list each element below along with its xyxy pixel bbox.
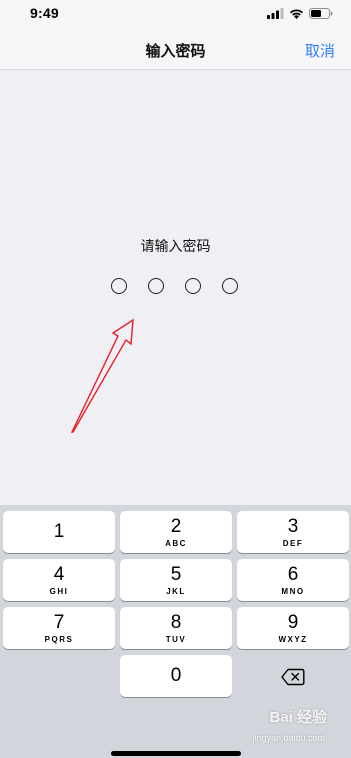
key-8[interactable]: 8 TUV bbox=[120, 607, 232, 649]
nav-bar: 输入密码 取消 bbox=[0, 28, 351, 70]
key-letters: GHI bbox=[49, 587, 69, 596]
key-letters: WXYZ bbox=[278, 635, 308, 644]
delete-backspace-icon bbox=[281, 668, 305, 686]
key-1[interactable]: 1 bbox=[3, 511, 115, 553]
passcode-dot bbox=[111, 278, 127, 294]
key-digit: 5 bbox=[170, 564, 182, 585]
key-digit: 3 bbox=[287, 516, 299, 537]
cancel-button[interactable]: 取消 bbox=[305, 40, 335, 61]
key-digit: 0 bbox=[170, 665, 182, 686]
key-digit: 1 bbox=[53, 521, 65, 542]
passcode-prompt: 请输入密码 bbox=[140, 238, 211, 254]
status-time: 9:49 bbox=[30, 5, 59, 21]
battery-icon bbox=[309, 7, 333, 19]
status-icons bbox=[267, 7, 333, 19]
key-digit: 6 bbox=[287, 564, 299, 585]
key-digit: 9 bbox=[287, 612, 299, 633]
key-digit: 7 bbox=[53, 612, 65, 633]
key-letters: JKL bbox=[166, 587, 186, 596]
key-letters: TUV bbox=[165, 635, 187, 644]
passcode-dot bbox=[148, 278, 164, 294]
key-3[interactable]: 3 DEF bbox=[237, 511, 349, 553]
home-indicator bbox=[111, 751, 241, 756]
passcode-dots bbox=[0, 278, 351, 296]
watermark-url: jingyan.baidu.com bbox=[252, 733, 325, 743]
signal-icon bbox=[267, 7, 284, 19]
key-letters: PQRS bbox=[44, 635, 74, 644]
key-5[interactable]: 5 JKL bbox=[120, 559, 232, 601]
key-6[interactable]: 6 MNO bbox=[237, 559, 349, 601]
key-letters: DEF bbox=[282, 539, 304, 548]
key-digit: 2 bbox=[170, 516, 182, 537]
key-letters: ABC bbox=[165, 539, 187, 548]
passcode-dot bbox=[222, 278, 238, 294]
key-2[interactable]: 2 ABC bbox=[120, 511, 232, 553]
key-0[interactable]: 0 bbox=[120, 655, 232, 697]
page-title: 输入密码 bbox=[145, 43, 206, 60]
passcode-dot bbox=[185, 278, 201, 294]
key-4[interactable]: 4 GHI bbox=[3, 559, 115, 601]
key-digit: 4 bbox=[53, 564, 65, 585]
key-7[interactable]: 7 PQRS bbox=[3, 607, 115, 649]
key-digit: 8 bbox=[170, 612, 182, 633]
watermark-logo: Bai 经验 bbox=[269, 709, 327, 726]
delete-button[interactable] bbox=[237, 655, 349, 697]
status-bar: 9:49 bbox=[0, 0, 351, 28]
key-9[interactable]: 9 WXYZ bbox=[237, 607, 349, 649]
wifi-icon bbox=[290, 8, 303, 19]
key-letters: MNO bbox=[281, 587, 305, 596]
